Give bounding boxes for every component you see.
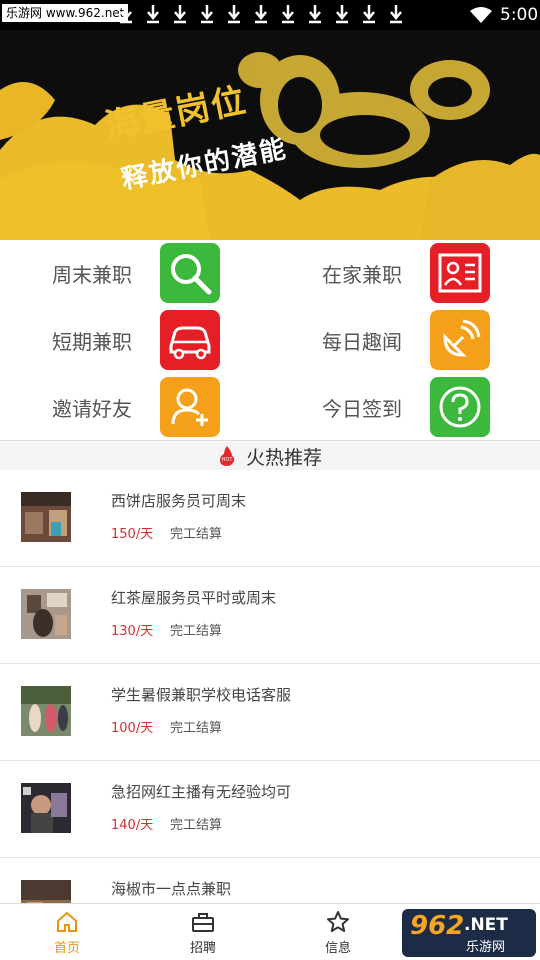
download-notifications	[118, 3, 404, 25]
download-icon	[174, 5, 186, 24]
tab-recruit[interactable]: 招聘	[163, 904, 243, 960]
category-label: 短期兼职	[52, 329, 132, 354]
job-settlement: 完工结算	[170, 527, 223, 542]
question-icon	[430, 377, 490, 437]
section-title: 火热推荐	[245, 446, 322, 469]
category-label: 每日趣闻	[322, 329, 402, 354]
site-watermark-label: 乐游网 www.962.net	[2, 4, 129, 22]
section-divider	[0, 440, 540, 441]
download-icon	[147, 5, 159, 24]
job-thumbnail	[21, 589, 71, 639]
tab-home[interactable]: 首页	[27, 904, 107, 960]
list-item[interactable]: 急招网红主播有无经验均可 140/天 完工结算	[0, 761, 540, 858]
tab-label: 首页	[53, 941, 80, 956]
job-pay: 100/天	[111, 721, 154, 736]
tab-label: 招聘	[189, 941, 216, 956]
job-title: 海椒市一点点兼职	[111, 880, 232, 898]
list-item[interactable]: 学生暑假兼职学校电话客服 100/天 完工结算	[0, 664, 540, 761]
hot-recommend-header: HOT 火热推荐	[0, 442, 540, 470]
download-icon	[120, 5, 132, 24]
download-icon	[282, 5, 294, 24]
job-thumbnail	[21, 783, 71, 833]
list-item[interactable]: 红茶屋服务员平时或周末 130/天 完工结算	[0, 567, 540, 664]
status-bar: 乐游网 www.962.net 5:00	[0, 0, 540, 30]
category-home-job[interactable]: 在家兼职	[322, 243, 490, 303]
job-title: 西饼店服务员可周末	[111, 492, 247, 510]
category-weekend-job[interactable]: 周末兼职	[52, 243, 220, 303]
car-icon	[160, 310, 220, 370]
watermark-domain: .NET	[464, 915, 508, 935]
job-pay: 150/天	[111, 527, 154, 542]
promo-banner[interactable]: 海量岗位 释放你的潜能	[0, 30, 540, 240]
job-thumbnail	[21, 492, 71, 542]
job-settlement: 完工结算	[170, 721, 223, 736]
tab-messages[interactable]: 信息	[298, 904, 378, 960]
satellite-icon	[430, 310, 490, 370]
star-icon	[327, 911, 349, 932]
id-card-icon	[430, 243, 490, 303]
download-icon	[228, 5, 240, 24]
tab-label: 信息	[324, 941, 351, 956]
category-daily-checkin[interactable]: 今日签到	[322, 377, 490, 437]
add-user-icon	[160, 377, 220, 437]
clock: 5:00	[500, 5, 539, 25]
download-icon	[336, 5, 348, 24]
list-item[interactable]: 西饼店服务员可周末 150/天 完工结算	[0, 470, 540, 567]
watermark-number: 962	[410, 911, 465, 941]
flame-icon: HOT	[219, 446, 235, 466]
job-pay: 130/天	[111, 624, 154, 639]
watermark-name: 乐游网	[466, 940, 506, 955]
category-short-term-job[interactable]: 短期兼职	[52, 310, 220, 370]
wifi-icon	[470, 7, 492, 23]
job-settlement: 完工结算	[170, 624, 223, 639]
home-icon	[57, 911, 77, 932]
hot-badge: HOT	[222, 457, 234, 463]
download-icon	[201, 5, 213, 24]
briefcase-icon	[192, 913, 214, 932]
category-label: 今日签到	[322, 396, 402, 421]
download-icon	[309, 5, 321, 24]
job-title: 急招网红主播有无经验均可	[111, 783, 292, 801]
job-title: 红茶屋服务员平时或周末	[111, 589, 277, 607]
site-watermark-logo: 962 .NET 乐游网	[402, 909, 536, 957]
search-icon	[160, 243, 220, 303]
job-title: 学生暑假兼职学校电话客服	[111, 686, 292, 704]
job-settlement: 完工结算	[170, 818, 223, 833]
download-icon	[363, 5, 375, 24]
category-label: 邀请好友	[52, 396, 132, 421]
category-daily-news[interactable]: 每日趣闻	[322, 310, 490, 370]
category-invite-friends[interactable]: 邀请好友	[52, 377, 220, 437]
category-label: 周末兼职	[52, 262, 132, 287]
job-pay: 140/天	[111, 818, 154, 833]
job-thumbnail	[21, 686, 71, 736]
download-icon	[390, 5, 402, 24]
category-label: 在家兼职	[322, 262, 402, 287]
download-icon	[255, 5, 267, 24]
